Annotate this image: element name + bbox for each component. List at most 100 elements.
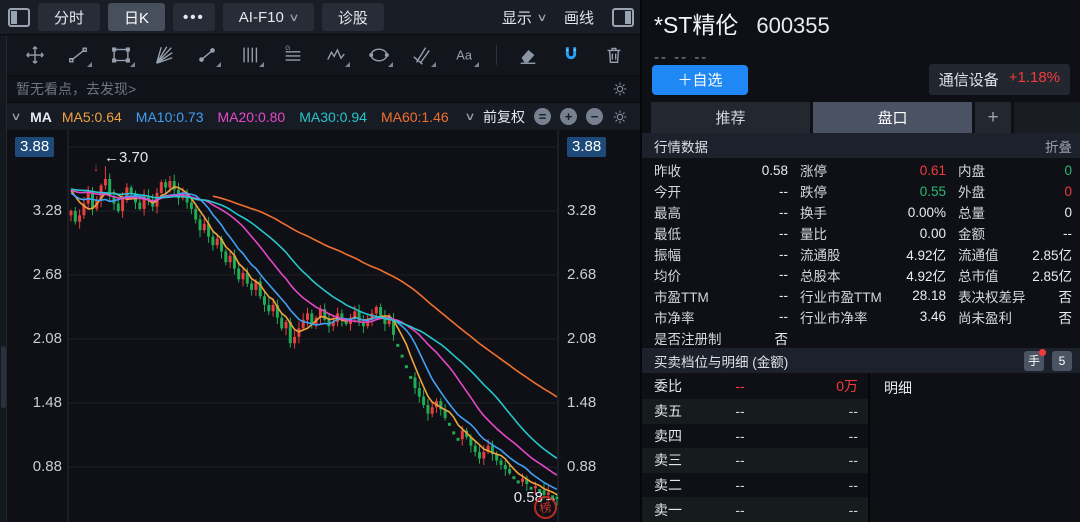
collapse-left-panel-icon[interactable] [8,8,30,27]
sell-price: -- [682,477,798,493]
y-axis-label-right: 0.88 [567,457,596,477]
zoom-in-icon[interactable]: + [560,108,577,125]
quote-value: 0.00 [827,226,946,241]
collapse-right-panel-icon[interactable] [612,8,634,27]
stock-header: *ST精伦 600355 -- -- -- ＋自选 通信设备 +1.18% [642,0,1080,102]
sell-level-row-5[interactable]: 卖五---- [642,399,868,424]
sell-level-row-4[interactable]: 卖四---- [642,424,868,449]
chevron-down-icon: ∨ [536,11,547,24]
zoom-reset-icon[interactable]: = [534,108,551,125]
quote-cell: 换手0.00% [800,202,946,222]
hint-text[interactable]: 暂无看点，去发现> [16,79,136,99]
toolbar-button-0[interactable]: 分时 [38,3,100,31]
ma-values: MA5:0.64MA10:0.73MA20:0.80MA30:0.94MA60:… [62,109,449,125]
tab-0[interactable]: 推荐 [651,102,810,133]
sell-level-label: 卖一 [654,500,682,520]
zoom-out-icon[interactable]: − [586,108,603,125]
industry-chip[interactable]: 通信设备 +1.18% [929,64,1070,95]
sell-level-label: 卖四 [654,426,682,446]
sell-level-row-3[interactable]: 卖三---- [642,448,868,473]
ma-value-3: MA30:0.94 [299,109,367,125]
quote-value: 0.61 [827,163,946,178]
quote-row: 是否注册制否 [654,327,1072,348]
segment-icon[interactable] [195,43,219,67]
vertical-lines-icon[interactable] [238,43,262,67]
y-axis-label-right: 3.88 [567,137,606,157]
quote-row: 最低--量比0.00金额-- [654,223,1072,244]
ma-indicator-label[interactable]: MA [30,109,52,125]
sell-price: -- [682,502,798,518]
quote-label: 尚未盈利 [958,307,1012,327]
quote-label: 跌停 [800,181,827,201]
chevron-down-icon[interactable]: ∨ [10,110,21,123]
chevron-down-icon: ∨ [288,11,299,24]
adjust-mode-selector[interactable]: 前复权 [483,107,525,127]
quote-value: -- [681,205,788,220]
draw-line-menu[interactable]: 画线 [564,7,594,28]
text-icon[interactable]: Aa [453,43,477,67]
quote-row: 市盈TTM--行业市盈TTM28.18表决权差异否 [654,285,1072,306]
high-price-annotation: ←3.70 [104,149,148,166]
left-edge-strip [0,36,7,522]
sell-amount: -- [798,452,858,468]
orderbook-body: 委比 -- 0万 卖五----卖四----卖三----卖二----卖一---- … [642,373,1080,522]
rectangle-icon[interactable] [109,43,133,67]
hand-icon-glyph: 手 [1028,352,1040,369]
sell-amount: -- [798,428,858,444]
sell-level-row-2[interactable]: 卖二---- [642,473,868,498]
wave-icon[interactable] [324,43,348,67]
toolbar-button-3[interactable]: AI-F10∨ [223,3,314,31]
quote-label: 量比 [800,223,827,243]
hand-lot-toggle-icon[interactable]: 手 [1024,351,1044,371]
trendline-icon[interactable] [66,43,90,67]
vertical-scrollbar[interactable] [1,346,6,408]
kline-chart[interactable]: ←3.700.58→↓ 榜 3.883.883.283.282.682.682.… [0,130,640,522]
add-watchlist-button[interactable]: ＋自选 [652,65,748,95]
pitchfork-icon[interactable] [410,43,434,67]
collapse-toggle[interactable]: 折叠 [1045,136,1072,156]
quote-label: 换手 [800,202,827,222]
quote-cell: 总股本4.92亿 [800,265,946,285]
chevron-down-icon[interactable]: ∨ [464,110,475,123]
gann-fan-icon[interactable] [152,43,176,67]
trash-icon[interactable] [602,43,626,67]
sell-level-row-1[interactable]: 卖一---- [642,497,868,522]
quote-label: 今开 [654,181,681,201]
display-menu[interactable]: 显示 ∨ [502,7,546,28]
quote-value: -- [681,247,788,262]
quote-row: 均价--总股本4.92亿总市值2.85亿 [654,264,1072,285]
gear-icon[interactable] [612,81,628,97]
ellipse-icon[interactable] [367,43,391,67]
sell-level-label: 卖三 [654,450,682,470]
quote-label: 均价 [654,265,681,285]
toolbar-button-2[interactable]: ••• [173,3,215,31]
sell-amount: -- [798,477,858,493]
crosshair-move-icon[interactable] [23,43,47,67]
toolbar-button-4[interactable]: 诊股 [322,3,384,31]
y-axis-label-right: 3.28 [567,201,596,221]
tab-1[interactable]: 盘口 [813,102,972,133]
quote-value: -- [985,226,1072,241]
industry-name: 通信设备 [939,69,999,90]
quote-cell: 市盈TTM-- [654,286,788,306]
quote-value: 4.92亿 [841,265,947,285]
quote-label: 行业市盈TTM [800,286,882,306]
magnet-icon[interactable] [559,43,583,67]
five-level-toggle-icon[interactable]: 5 [1052,351,1072,371]
golden-section-icon[interactable]: G [281,43,305,67]
quote-row: 振幅--流通股4.92亿流通值2.85亿 [654,244,1072,265]
quote-label: 金额 [958,223,985,243]
quote-value: -- [709,288,788,303]
quote-label: 是否注册制 [654,328,722,348]
eraser-icon[interactable] [516,43,540,67]
toolbar-button-1[interactable]: 日K [108,3,165,31]
gear-icon[interactable] [612,109,628,125]
quote-value: 2.85亿 [999,265,1073,285]
quote-cell: 流通股4.92亿 [800,244,946,264]
quote-label: 涨停 [800,160,827,180]
sell-price: -- [682,452,798,468]
quote-row: 昨收0.58涨停0.61内盘0 [654,160,1072,181]
candlestick-canvas[interactable]: ←3.700.58→↓ [0,130,640,522]
add-tab-button[interactable]: + [975,102,1011,133]
sell-level-label: 卖五 [654,401,682,421]
